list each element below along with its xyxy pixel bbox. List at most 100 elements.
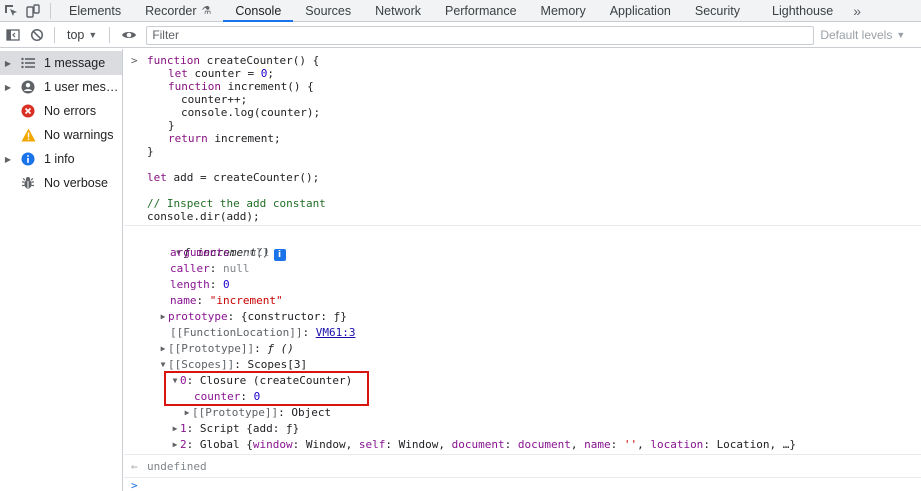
result-arrow-icon: ⇐ [131,460,138,473]
sidebar-toggle-icon[interactable] [2,23,24,47]
tab-label: Lighthouse [772,3,834,18]
tree-node-prototype[interactable]: ▶ prototype: {constructor: ƒ} [158,309,347,325]
tab-elements[interactable]: Elements [57,0,133,21]
tree-property: [[FunctionLocation]]: VM61:3 [170,326,356,339]
devtools-tab-bar: Elements Recorder ⚗ Console Sources Netwo… [0,0,921,22]
more-tabs-chevron-icon[interactable]: » [845,0,869,21]
tree-node-internal-prototype[interactable]: ▶ [[Prototype]]: ƒ () [158,341,294,357]
tab-label: Security [694,3,741,18]
user-icon [20,79,36,95]
prompt-chevron-icon: > [131,479,138,491]
tree-property: length: 0 [170,278,230,291]
tab-label: Console [235,3,282,18]
tree-property: arguments: null [170,246,270,259]
tab-label: Memory [540,3,586,18]
console-result-row: ⇐ undefined [124,454,921,478]
tab-sources[interactable]: Sources [293,0,363,21]
sidebar-item-label: No verbose [44,176,108,190]
context-selector[interactable]: top ▼ [61,23,103,47]
tab-recorder[interactable]: Recorder ⚗ [133,0,223,21]
tab-label: Performance [444,3,517,18]
tab-application[interactable]: Application [598,0,683,21]
console-messages: > function createCounter() { let counter… [124,49,921,491]
tab-label: Sources [305,3,352,18]
code-line: } [168,119,175,132]
caret-down-icon: ▼ [88,30,98,40]
log-levels-label: Default levels [820,28,893,42]
toolbar-separator [54,27,55,43]
info-icon [20,151,36,167]
tree-node-script-scope[interactable]: ▶ 1: Script {add: ƒ} [170,421,300,437]
code-line: function createCounter() { [147,54,320,67]
code-line: let add = createCounter(); [147,171,320,184]
collapsed-triangle-icon[interactable]: ▶ [182,405,192,421]
function-tree-header[interactable]: ▼ ƒ increment() i [147,229,286,261]
code-line: return increment; [168,132,281,145]
tree-node-global-scope[interactable]: ▶ 2: Global {window: Window, self: Window… [170,437,796,453]
expand-arrow-icon[interactable]: ▶ [0,155,16,164]
tab-network[interactable]: Network [363,0,433,21]
inspect-element-icon[interactable] [0,0,22,22]
tab-performance[interactable]: Performance [433,0,529,21]
code-line: } [147,145,154,158]
caret-down-icon: ▼ [896,30,906,40]
closure-highlight-box [164,371,369,406]
tab-label: Application [609,3,671,18]
result-value: undefined [147,460,207,473]
tab-memory[interactable]: Memory [529,0,598,21]
sidebar-item-label: No warnings [44,128,114,142]
collapsed-triangle-icon[interactable]: ▶ [158,309,168,325]
console-prompt-row[interactable]: > [124,477,921,491]
code-line: counter++; [181,93,248,106]
error-icon [20,103,36,119]
sidebar-item-warnings[interactable]: No warnings [0,123,122,147]
tree-node-closure-prototype[interactable]: ▶ [[Prototype]]: Object [182,405,332,421]
sidebar-item-label: 1 message [44,56,106,70]
source-location-link[interactable]: VM61:3 [316,326,356,339]
tab-label: Elements [69,3,122,18]
expand-arrow-icon[interactable]: ▶ [0,59,16,68]
context-label: top [67,28,85,42]
collapsed-triangle-icon[interactable]: ▶ [170,437,180,453]
console-input-code: > function createCounter() { let counter… [124,49,921,226]
filter-input[interactable] [152,28,814,42]
clear-console-icon[interactable] [26,23,48,47]
bug-icon [20,175,36,191]
sidebar-item-errors[interactable]: No errors [0,99,122,123]
filter-box[interactable] [146,25,815,45]
log-levels-dropdown[interactable]: Default levels ▼ [820,28,905,42]
collapsed-triangle-icon[interactable]: ▶ [170,421,180,437]
code-comment: // Inspect the add constant [147,197,326,210]
sidebar-item-label: 1 user mes… [44,80,119,94]
sidebar-item-info[interactable]: ▶ 1 info [0,147,122,171]
collapsed-triangle-icon[interactable]: ▶ [158,341,168,357]
info-badge-icon[interactable]: i [273,249,286,261]
sidebar-item-label: 1 info [44,152,75,166]
list-icon [20,55,36,71]
tree-property: caller: null [170,262,250,275]
tab-console[interactable]: Console [223,0,294,22]
code-line: console.log(counter); [181,106,321,119]
sidebar-item-verbose[interactable]: No verbose [0,171,122,195]
console-sidebar: ▶ 1 message ▶ 1 user mes… No errors No w… [0,49,123,491]
expand-arrow-icon[interactable]: ▶ [0,83,16,92]
console-toolbar: top ▼ Default levels ▼ [0,23,921,48]
live-expression-eye-icon[interactable] [118,23,140,47]
tab-lighthouse[interactable]: Lighthouse [752,0,845,21]
input-prompt-chevron-icon: > [131,54,138,67]
device-toolbar-icon[interactable] [22,0,44,22]
code-line: function increment() { [168,80,314,93]
tab-separator [50,3,51,19]
warning-icon [20,127,36,143]
code-line: console.dir(add); [147,210,260,223]
tab-label: Network [375,3,421,18]
tab-label: Recorder [145,3,197,18]
toolbar-separator [109,27,111,43]
sidebar-item-user-messages[interactable]: ▶ 1 user mes… [0,75,122,99]
code-line: let counter = 0; [168,67,274,80]
tree-property: name: "increment" [170,294,283,307]
flask-icon: ⚗ [201,5,212,17]
tab-security[interactable]: Security [683,0,752,21]
sidebar-item-messages[interactable]: ▶ 1 message [0,51,122,75]
sidebar-item-label: No errors [44,104,97,118]
